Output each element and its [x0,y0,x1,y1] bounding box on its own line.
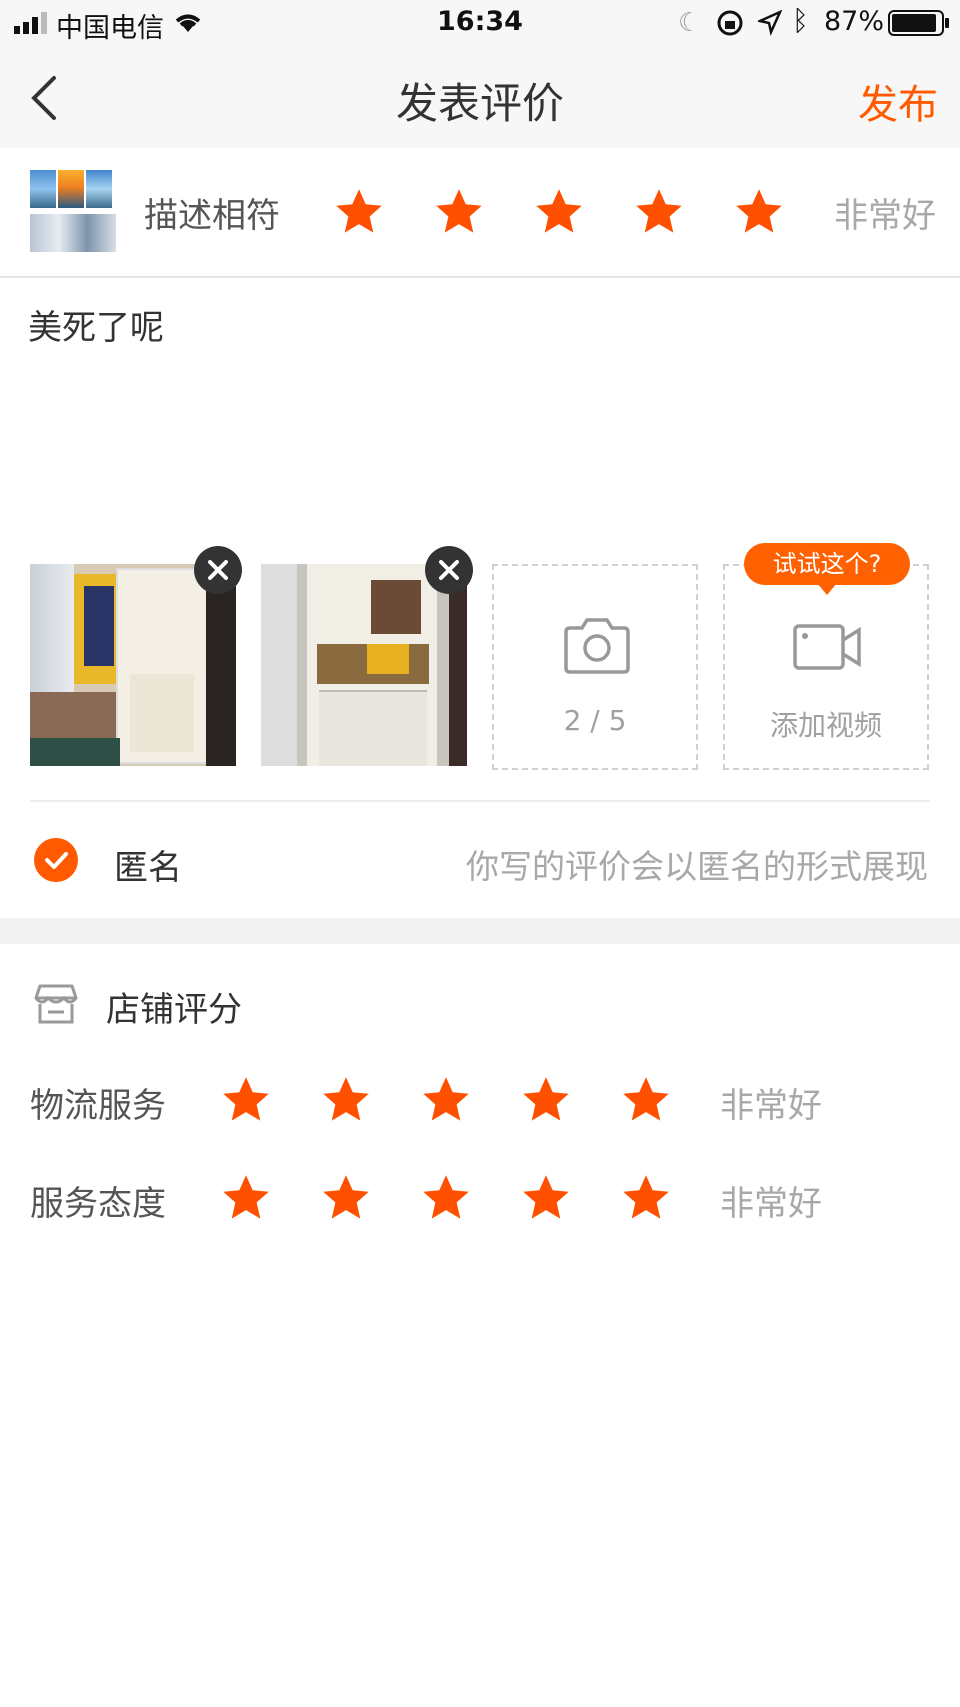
logistics-star-group[interactable] [200,1064,680,1136]
star-icon[interactable] [620,1172,672,1224]
uploaded-photo[interactable] [30,564,236,766]
star-icon[interactable] [520,1074,572,1126]
star-icon[interactable] [433,186,485,238]
publish-button[interactable]: 发布 [858,72,938,130]
battery-icon [888,10,949,36]
shop-rating-title: 店铺评分 [106,990,242,1030]
add-video-label: 添加视频 [769,709,882,742]
star-icon[interactable] [420,1074,472,1126]
shop-icon [34,984,78,1024]
rotation-lock-icon [717,10,743,36]
product-star-group[interactable] [0,148,830,276]
star-icon[interactable] [420,1172,472,1224]
star-icon[interactable] [733,186,785,238]
nav-bar: 发表评价 发布 [0,46,960,148]
section-gap [0,918,960,944]
status-bar: 中国电信 16:34 ☾ ᛒ 87% [0,0,960,46]
anonymous-row[interactable]: 匿名 你写的评价会以匿名的形式展现 [0,804,960,916]
try-video-tooltip[interactable]: 试试这个? [744,543,910,585]
star-icon[interactable] [220,1172,272,1224]
close-icon [208,560,228,580]
camera-icon [564,618,630,674]
star-icon[interactable] [520,1172,572,1224]
tooltip-arrow [817,583,837,595]
anonymous-label: 匿名 [114,848,182,888]
anonymous-hint: 你写的评价会以匿名的形式展现 [466,847,928,886]
product-rating-row: 描述相符 非常好 [0,148,960,278]
star-icon[interactable] [320,1172,372,1224]
location-icon [758,10,782,36]
moon-icon: ☾ [678,8,702,38]
shop-rating-section: 店铺评分 物流服务 非常好 服务态度 非常好 [0,944,960,1304]
delete-photo-button[interactable] [194,546,242,594]
photo-counter: 2 / 5 [563,704,627,737]
star-icon[interactable] [533,186,585,238]
battery-percent: 87% [824,6,885,37]
logistics-label: 物流服务 [30,1086,166,1126]
review-textarea[interactable]: 美死了呢 [28,300,164,349]
star-icon[interactable] [333,186,385,238]
star-icon[interactable] [220,1074,272,1126]
logistics-rating-text: 非常好 [720,1086,822,1126]
delete-photo-button[interactable] [425,546,473,594]
checkbox-checked-icon[interactable] [34,838,78,882]
divider [30,800,930,802]
star-icon[interactable] [620,1074,672,1126]
service-rating-text: 非常好 [720,1184,822,1224]
close-icon [439,560,459,580]
uploaded-photo[interactable] [261,564,467,766]
product-rating-text: 非常好 [834,196,936,236]
page-title: 发表评价 [395,79,564,128]
video-camera-icon [793,624,861,670]
star-icon[interactable] [320,1074,372,1126]
service-label: 服务态度 [30,1184,166,1224]
service-star-group[interactable] [200,1162,680,1234]
star-icon[interactable] [633,186,685,238]
bluetooth-icon: ᛒ [792,4,809,37]
add-photo-button[interactable]: 2 / 5 [492,564,698,770]
clock: 16:34 [437,6,523,37]
